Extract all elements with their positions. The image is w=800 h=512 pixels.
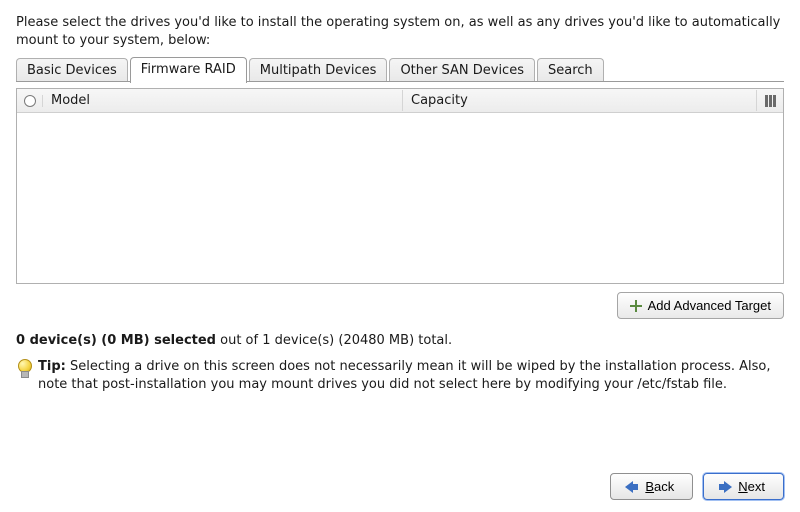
- arrow-left-icon: [625, 481, 639, 493]
- radio-icon: [24, 95, 36, 107]
- tab-basic-devices[interactable]: Basic Devices: [16, 58, 128, 82]
- selection-status-rest: out of 1 device(s) (20480 MB) total.: [216, 333, 452, 348]
- device-table: Model Capacity: [16, 88, 784, 284]
- column-chooser-button[interactable]: [757, 94, 783, 108]
- intro-text: Please select the drives you'd like to i…: [16, 14, 784, 49]
- tab-firmware-raid[interactable]: Firmware RAID: [130, 57, 247, 83]
- selection-status: 0 device(s) (0 MB) selected out of 1 dev…: [16, 333, 784, 348]
- columns-icon: [763, 94, 777, 108]
- tab-multipath-devices[interactable]: Multipath Devices: [249, 58, 388, 82]
- column-header-capacity[interactable]: Capacity: [403, 90, 757, 111]
- lightbulb-icon: [16, 359, 32, 379]
- add-advanced-target-label: Add Advanced Target: [648, 298, 771, 313]
- tip-text: Selecting a drive on this screen does no…: [38, 359, 771, 392]
- arrow-right-icon: [718, 481, 732, 493]
- back-label: Back: [645, 479, 674, 494]
- tip-box: Tip: Selecting a drive on this screen do…: [16, 358, 784, 393]
- back-button[interactable]: Back: [610, 473, 693, 500]
- footer-nav: Back Next: [610, 473, 784, 500]
- tab-search[interactable]: Search: [537, 58, 604, 82]
- column-header-model[interactable]: Model: [43, 90, 403, 111]
- device-tabs: Basic Devices Firmware RAID Multipath De…: [16, 57, 784, 82]
- table-header-row: Model Capacity: [17, 89, 783, 113]
- add-advanced-target-button[interactable]: Add Advanced Target: [617, 292, 784, 319]
- next-button[interactable]: Next: [703, 473, 784, 500]
- select-all-radio[interactable]: [17, 95, 43, 107]
- tip-label: Tip:: [38, 359, 66, 374]
- tab-other-san-devices[interactable]: Other SAN Devices: [389, 58, 535, 82]
- selection-status-bold: 0 device(s) (0 MB) selected: [16, 333, 216, 348]
- next-label: Next: [738, 479, 765, 494]
- table-body-empty: [17, 113, 783, 283]
- plus-icon: [630, 300, 642, 312]
